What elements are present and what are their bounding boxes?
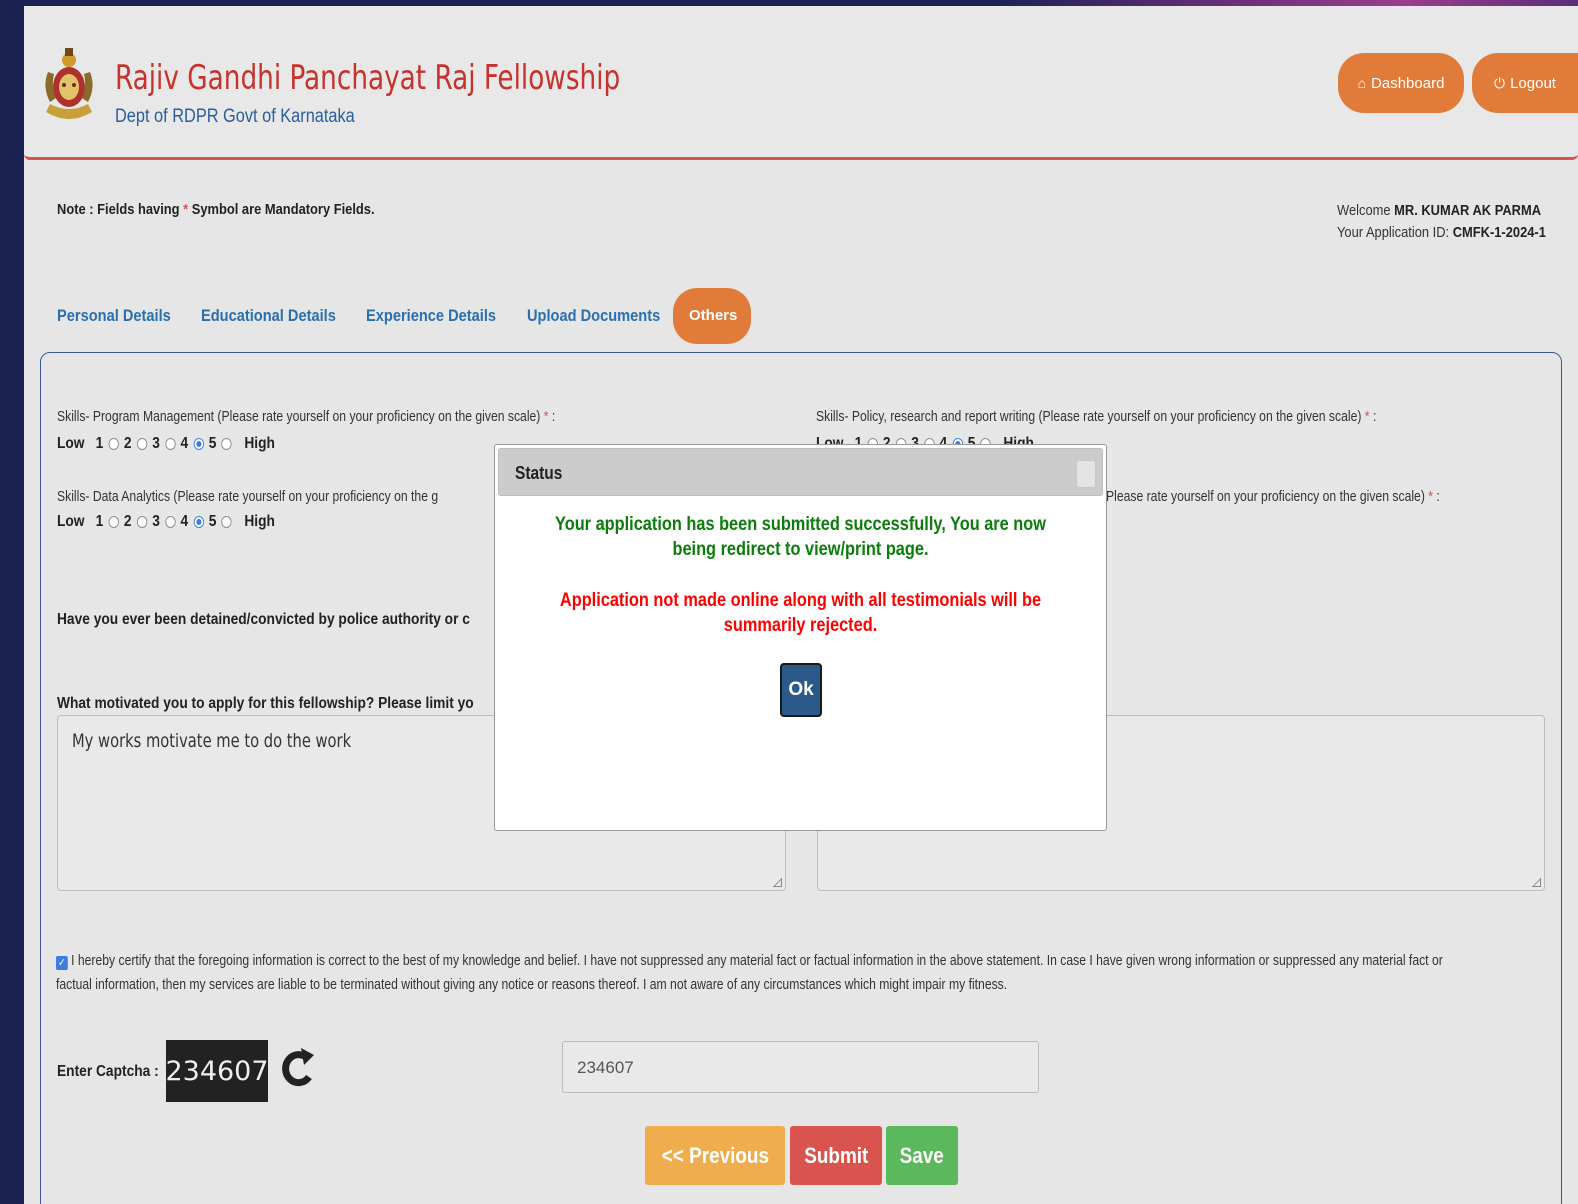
radio-5[interactable]	[221, 438, 232, 450]
submit-label: Submit	[803, 1142, 869, 1168]
rating-high-label: High	[244, 513, 275, 530]
motivation-value: My works motivate me to do the work	[72, 730, 352, 752]
application-id-label: Your Application ID:	[1337, 224, 1453, 241]
save-label: Save	[899, 1142, 945, 1168]
logout-button[interactable]: ⏻ Logout	[1472, 53, 1578, 113]
success-message: Your application has been submitted succ…	[555, 514, 1046, 560]
close-icon[interactable]	[1076, 460, 1096, 488]
note-suffix: Symbol are Mandatory Fields.	[188, 201, 375, 218]
radio-5[interactable]	[221, 516, 232, 528]
question-colon: :	[1433, 489, 1440, 505]
status-dialog: Status Your application has been submitt…	[494, 444, 1107, 831]
certify-checkbox[interactable]: ✓	[56, 956, 68, 970]
warning-message: Application not made online along with a…	[559, 590, 1042, 636]
welcome-label: Welcome	[1337, 202, 1395, 219]
captcha-label: Enter Captcha :	[57, 1063, 159, 1080]
radio-1[interactable]	[108, 438, 119, 450]
question-motivation: What motivated you to apply for this fel…	[57, 695, 474, 712]
radio-3[interactable]	[165, 438, 176, 450]
karnataka-emblem-icon	[45, 48, 93, 119]
radio-3[interactable]	[165, 516, 176, 528]
captcha-input[interactable]: 234607	[562, 1041, 1039, 1093]
tab-others[interactable]: Others	[673, 288, 751, 344]
resize-handle-icon[interactable]	[1532, 878, 1541, 887]
radio-2[interactable]	[136, 516, 148, 528]
question-text: Skills- Data Analytics (Please rate your…	[57, 489, 439, 505]
tab-experience-details[interactable]: Experience Details	[366, 288, 496, 344]
ok-button[interactable]: Ok	[780, 663, 822, 717]
welcome-block: Welcome MR. KUMAR AK PARMA Your Applicat…	[1337, 200, 1546, 244]
dialog-title: Status	[515, 463, 563, 483]
question-detained: Have you ever been detained/convicted by…	[57, 611, 470, 628]
tab-personal-details[interactable]: Personal Details	[57, 288, 171, 344]
radio-2[interactable]	[136, 438, 148, 450]
rating-low-label: Low	[57, 435, 85, 452]
dashboard-icon: ⌂	[1357, 75, 1367, 91]
mandatory-note: Note : Fields having * Symbol are Mandat…	[57, 201, 375, 218]
save-button[interactable]: Save	[886, 1126, 958, 1185]
question-right-partial: Please rate yourself on your proficiency…	[1106, 489, 1440, 505]
rating-program-management: Low 1 2 3 4 5 High	[57, 435, 275, 452]
certify-text: I hereby certify that the foregoing info…	[56, 953, 1443, 993]
radio-4-selected[interactable]	[193, 516, 204, 528]
rating-low-label: Low	[57, 513, 85, 530]
question-data-analytics: Skills- Data Analytics (Please rate your…	[57, 489, 438, 505]
submit-button[interactable]: Submit	[790, 1126, 882, 1185]
question-text: Please rate yourself on your proficiency…	[1106, 489, 1425, 505]
logout-label: Logout	[1510, 74, 1556, 92]
question-colon: :	[548, 409, 556, 425]
dashboard-label: Dashboard	[1371, 74, 1445, 92]
site-header: Rajiv Gandhi Panchayat Raj Fellowship De…	[24, 6, 1578, 160]
site-subtitle: Dept of RDPR Govt of Karnataka	[115, 106, 355, 127]
radio-4-selected[interactable]	[193, 438, 204, 450]
previous-label: << Previous	[661, 1142, 769, 1168]
question-text: Skills- Policy, research and report writ…	[816, 409, 1362, 425]
dashboard-button[interactable]: ⌂ Dashboard	[1338, 53, 1464, 113]
question-text: Skills- Program Management (Please rate …	[57, 409, 541, 425]
question-colon: :	[1369, 409, 1377, 425]
tab-educational-details[interactable]: Educational Details	[201, 288, 336, 344]
rating-data-analytics: Low 1 2 3 4 5 High	[57, 513, 275, 530]
radio-1[interactable]	[108, 516, 119, 528]
site-title: Rajiv Gandhi Panchayat Raj Fellowship	[115, 58, 621, 98]
power-icon: ⏻	[1494, 74, 1506, 91]
previous-button[interactable]: << Previous	[645, 1126, 785, 1185]
question-policy-research: Skills- Policy, research and report writ…	[816, 409, 1376, 425]
user-name: MR. KUMAR AK PARMA	[1394, 202, 1542, 219]
resize-handle-icon[interactable]	[773, 878, 782, 887]
question-program-management: Skills- Program Management (Please rate …	[57, 409, 555, 425]
refresh-captcha-icon[interactable]	[279, 1045, 315, 1091]
application-id: CMFK-1-2024-1	[1452, 224, 1546, 241]
tab-upload-documents[interactable]: Upload Documents	[527, 288, 660, 344]
rating-high-label: High	[244, 435, 275, 452]
captcha-image: 234607	[165, 1040, 269, 1102]
dialog-header: Status	[498, 448, 1103, 496]
note-prefix: Note : Fields having	[57, 201, 184, 218]
certification-statement: ✓ I hereby certify that the foregoing inf…	[56, 949, 1476, 997]
